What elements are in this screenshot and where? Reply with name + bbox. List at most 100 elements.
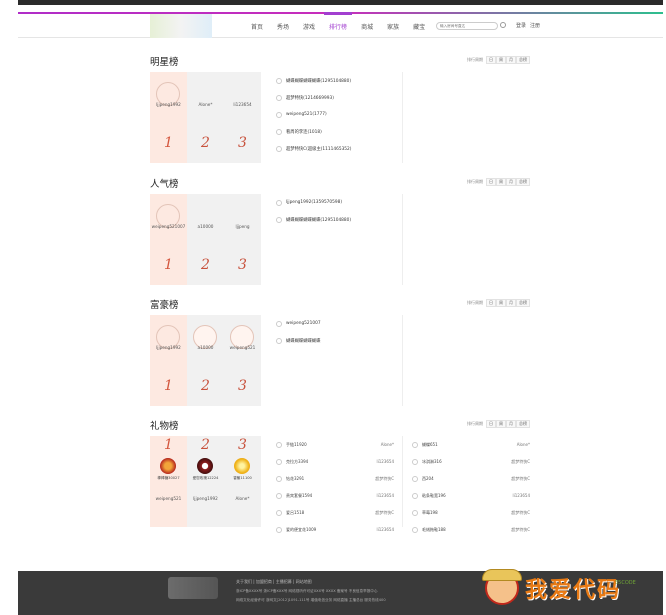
list-item[interactable]: 西204 超梦特快C: [412, 470, 530, 487]
list-item[interactable]: 草莓198 超梦特快C: [412, 504, 530, 521]
period-week[interactable]: 周: [496, 56, 506, 64]
rich-ranking-section: 富豪榜 排行周期 日 周 月 总榜 ljjpeng1992 1 a10000 2…: [150, 297, 530, 407]
user-name: ljjpeng1992: [156, 102, 181, 107]
login-link[interactable]: 登录: [516, 22, 526, 29]
search-input[interactable]: [436, 22, 498, 30]
list-item-label: weipeng521007: [286, 321, 321, 326]
list-item[interactable]: 蝴蝶蝴蝶蝴蝶蝴蝶(1295104880): [276, 72, 404, 89]
nav-ranking[interactable]: 排行榜: [324, 12, 353, 35]
period-month[interactable]: 月: [506, 178, 516, 186]
list-item[interactable]: 超梦特快C(超级主(1111465352): [276, 140, 404, 157]
gift-label: 冰淇淋316: [422, 458, 442, 464]
gift-user: li123654: [376, 493, 395, 498]
header-divider: [18, 37, 663, 38]
nav-family[interactable]: 家族: [382, 18, 404, 35]
list-item[interactable]: 钻花3291 超梦特快C: [276, 470, 394, 487]
gift-user: Alone*: [380, 442, 394, 447]
rank-card-1[interactable]: ljjpeng1992 1: [150, 315, 187, 406]
list-item[interactable]: 蝴蝶651 Alone*: [412, 436, 530, 453]
rank-card-2[interactable]: a10000 2: [187, 194, 224, 285]
gift-card-1[interactable]: 1 棒棒糖30027 weipeng521: [150, 436, 187, 527]
period-week[interactable]: 周: [496, 178, 506, 186]
list-item[interactable]: 超梦特快(1214669993): [276, 89, 404, 106]
list-item[interactable]: 手链11920 Alone*: [276, 436, 394, 453]
section-title: 礼物榜: [150, 421, 179, 432]
list-item[interactable]: 蝴蝶蝴蝶蝴蝶蝴蝶: [276, 332, 404, 349]
nav-games[interactable]: 游戏: [298, 18, 320, 35]
list-item[interactable]: weipeng521(1777): [276, 106, 404, 123]
period-month[interactable]: 月: [506, 299, 516, 307]
list-item[interactable]: 蝴蝶蝴蝶蝴蝶蝴蝶(1295104880): [276, 211, 404, 228]
list-item-label: 超梦特快(1214669993): [286, 95, 334, 101]
user-name: Alone*: [235, 496, 250, 501]
footer-links[interactable]: 关于我们 | 加盟招商 | 主播招募 | 网站地图: [236, 579, 312, 585]
user-icon: [276, 94, 282, 101]
search-icon[interactable]: [500, 22, 506, 28]
gift-name: 香蕉11100: [233, 476, 252, 480]
period-month[interactable]: 月: [506, 56, 516, 64]
site-logo[interactable]: [150, 14, 212, 38]
user-name: weipeng521007: [151, 224, 186, 229]
gift-icon: [276, 475, 282, 482]
list-item[interactable]: 冰淇淋316 超梦特快C: [412, 453, 530, 470]
user-name: ljjpeng1992: [156, 345, 181, 350]
period-all[interactable]: 总榜: [516, 420, 530, 428]
rank-card-3[interactable]: ljjpeng 3: [224, 194, 261, 285]
gift-ranking-section: 礼物榜 排行周期 日 周 月 总榜 1 棒棒糖30027 weipeng521 …: [150, 418, 530, 533]
period-month[interactable]: 月: [506, 420, 516, 428]
period-all[interactable]: 总榜: [516, 56, 530, 64]
list-item[interactable]: 爱吕1518 超梦特快C: [276, 504, 394, 521]
period-day[interactable]: 日: [486, 420, 496, 428]
period-week[interactable]: 周: [496, 299, 506, 307]
user-icon: [276, 337, 282, 344]
rank-card-2[interactable]: Alone* 2: [187, 72, 224, 163]
period-day[interactable]: 日: [486, 56, 496, 64]
user-icon: [276, 216, 282, 223]
list-item[interactable]: 粘条鞋宽196 li123654: [412, 487, 530, 504]
gift-user: 超梦特快C: [511, 475, 530, 481]
user-name: a10000: [197, 224, 214, 229]
period-week[interactable]: 周: [496, 420, 506, 428]
list-item[interactable]: ljjpeng1992(1359570598): [276, 194, 404, 211]
column-divider: [402, 72, 403, 163]
user-icon: [276, 77, 282, 84]
nav-home[interactable]: 首页: [246, 18, 268, 35]
gift-card-2[interactable]: 2 爱您玫瑰12224 ljjpeng1992: [187, 436, 224, 527]
gift-user: 超梦特快C: [511, 509, 530, 515]
rank-number: 3: [238, 437, 247, 453]
list-item[interactable]: 克拉方3394 li123654: [276, 453, 394, 470]
watermark: 我爱代码 55CODE: [482, 567, 655, 613]
user-name: weipeng521: [155, 496, 182, 501]
list-item[interactable]: 贵宾套餐1594 li123654: [276, 487, 394, 504]
register-link[interactable]: 注册: [530, 22, 540, 29]
nav-treasure[interactable]: 藏宝: [408, 18, 430, 35]
rank-card-3[interactable]: weipeng521 3: [224, 315, 261, 406]
gift-user: li123654: [376, 459, 395, 464]
section-title: 人气榜: [150, 179, 179, 190]
list-item[interactable]: 毛绒拖鞋188 超梦特快C: [412, 521, 530, 538]
rank-number: 1: [164, 437, 173, 453]
rank-list: weipeng521007 蝴蝶蝴蝶蝴蝶蝴蝶: [276, 315, 404, 349]
gift-label: 贵宾套餐1594: [286, 492, 313, 498]
list-item[interactable]: weipeng521007: [276, 315, 404, 332]
nav-mall[interactable]: 商城: [356, 18, 378, 35]
list-item[interactable]: 看周的李连(1018): [276, 123, 404, 140]
period-day[interactable]: 日: [486, 178, 496, 186]
period-switcher: 排行周期 日 周 月 总榜: [467, 56, 530, 64]
period-all[interactable]: 总榜: [516, 299, 530, 307]
section-title: 富豪榜: [150, 300, 179, 311]
footer-license: 浙ICP备XXXX号 浙ICP备XXX号 网络视听许可证XXX号 XXXX 备案…: [236, 589, 378, 593]
list-item[interactable]: 爱的便宜花1009 li123654: [276, 521, 394, 538]
rank-card-2[interactable]: a10000 2: [187, 315, 224, 406]
period-all[interactable]: 总榜: [516, 178, 530, 186]
rank-list: 蝴蝶蝴蝶蝴蝶蝴蝶(1295104880) 超梦特快(1214669993) we…: [276, 72, 404, 157]
user-icon: [276, 199, 282, 206]
rank-card-1[interactable]: ljjpeng1992 1: [150, 72, 187, 163]
gift-label: 手链11920: [286, 441, 307, 447]
gift-label: 草莓198: [422, 509, 438, 515]
rank-card-3[interactable]: li123654 3: [224, 72, 261, 163]
gift-card-3[interactable]: 3 香蕉11100 Alone*: [224, 436, 261, 527]
rank-card-1[interactable]: weipeng521007 1: [150, 194, 187, 285]
nav-show[interactable]: 秀场: [272, 18, 294, 35]
period-day[interactable]: 日: [486, 299, 496, 307]
